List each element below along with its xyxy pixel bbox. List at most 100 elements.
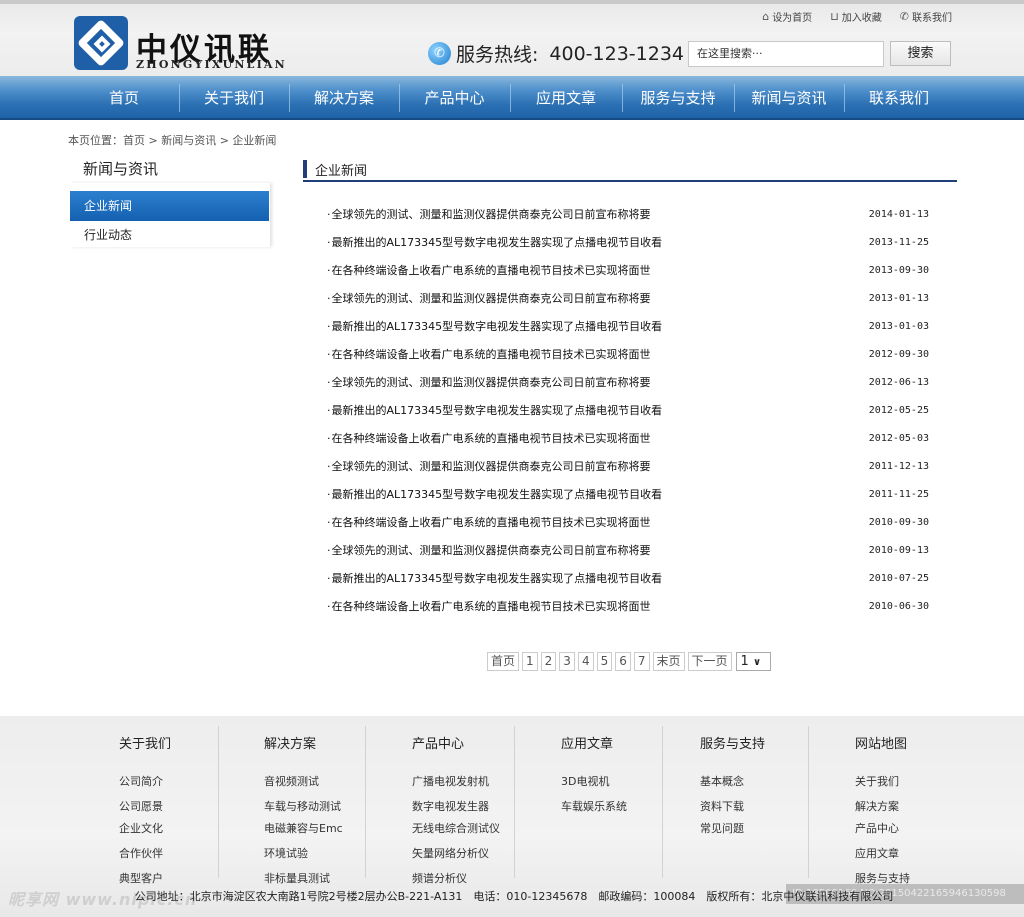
footer-link[interactable]: 资料下载 xyxy=(700,798,744,814)
footer-link[interactable]: 音视频测试 xyxy=(264,773,319,789)
add-favorite-link[interactable]: ⊔ 加入收藏 xyxy=(830,9,882,24)
news-item[interactable]: 在各种终端设备上收看广电系统的直播电视节目技术已实现将面世 2010-09-30 xyxy=(327,508,932,536)
news-item[interactable]: 最新推出的AL173345型号数字电视发生器实现了点播电视节目收看 2013-01… xyxy=(327,312,932,340)
page-button[interactable]: 3 xyxy=(559,652,575,671)
footer-link[interactable]: 车载娱乐系统 xyxy=(561,798,627,814)
news-title-link[interactable]: 最新推出的AL173345型号数字电视发生器实现了点播电视节目收看 xyxy=(327,318,663,334)
footer-column-title[interactable]: 网站地图 xyxy=(855,733,907,752)
news-title-link[interactable]: 最新推出的AL173345型号数字电视发生器实现了点播电视节目收看 xyxy=(327,486,663,502)
news-item[interactable]: 全球领先的测试、测量和监测仪器提供商泰克公司日前宣布称将要 2010-09-13 xyxy=(327,536,932,564)
footer-link[interactable]: 车载与移动测试 xyxy=(264,798,341,814)
news-date: 2013-01-13 xyxy=(868,292,929,304)
news-title-link[interactable]: 全球领先的测试、测量和监测仪器提供商泰克公司日前宣布称将要 xyxy=(327,290,651,306)
news-title-link[interactable]: 在各种终端设备上收看广电系统的直播电视节目技术已实现将面世 xyxy=(327,262,651,278)
news-title-link[interactable]: 全球领先的测试、测量和监测仪器提供商泰克公司日前宣布称将要 xyxy=(327,206,651,222)
nav-item-about[interactable]: 关于我们 xyxy=(179,76,289,118)
nav-item-news[interactable]: 新闻与资讯 xyxy=(734,76,844,118)
section-marker xyxy=(303,160,307,178)
news-title-link[interactable]: 最新推出的AL173345型号数字电视发生器实现了点播电视节目收看 xyxy=(327,570,663,586)
sidebar-item-company-news[interactable]: 企业新闻 xyxy=(70,191,269,221)
footer-link[interactable]: 环境试验 xyxy=(264,845,308,861)
news-item[interactable]: 全球领先的测试、测量和监测仪器提供商泰克公司日前宣布称将要 2012-06-13 xyxy=(327,368,932,396)
top-links: ⌂ 设为首页 ⊔ 加入收藏 ✆ 联系我们 xyxy=(762,9,952,24)
nav-item-home[interactable]: 首页 xyxy=(69,76,179,118)
footer-link[interactable]: 基本概念 xyxy=(700,773,744,789)
footer-link[interactable]: 频谱分析仪 xyxy=(412,870,467,886)
page-button[interactable]: 2 xyxy=(540,652,557,671)
footer-link[interactable]: 企业文化 xyxy=(119,820,163,836)
news-title-link[interactable]: 在各种终端设备上收看广电系统的直播电视节目技术已实现将面世 xyxy=(327,514,651,530)
news-date: 2014-01-13 xyxy=(868,208,929,220)
news-item[interactable]: 最新推出的AL173345型号数字电视发生器实现了点播电视节目收看 2012-05… xyxy=(327,396,932,424)
next-page-button[interactable]: 下一页 xyxy=(687,652,732,671)
news-title-link[interactable]: 最新推出的AL173345型号数字电视发生器实现了点播电视节目收看 xyxy=(327,402,663,418)
footer-link[interactable]: 解决方案 xyxy=(855,798,899,814)
footer-link[interactable]: 电磁兼容与Emc xyxy=(264,820,343,836)
news-item[interactable]: 全球领先的测试、测量和监测仪器提供商泰克公司日前宣布称将要 2014-01-13 xyxy=(327,200,932,228)
news-title-link[interactable]: 全球领先的测试、测量和监测仪器提供商泰克公司日前宣布称将要 xyxy=(327,458,651,474)
page-button[interactable]: 1 xyxy=(522,652,538,671)
page-button[interactable]: 4 xyxy=(577,652,594,671)
footer-link[interactable]: 典型客户 xyxy=(119,870,163,886)
footer-link[interactable]: 关于我们 xyxy=(855,773,899,789)
news-item[interactable]: 全球领先的测试、测量和监测仪器提供商泰克公司日前宣布称将要 2011-12-13 xyxy=(327,452,932,480)
page-select[interactable]: 1 ∨ xyxy=(735,652,771,671)
set-homepage-link[interactable]: ⌂ 设为首页 xyxy=(762,9,812,24)
news-item[interactable]: 在各种终端设备上收看广电系统的直播电视节目技术已实现将面世 2012-05-03 xyxy=(327,424,932,452)
news-item[interactable]: 最新推出的AL173345型号数字电视发生器实现了点播电视节目收看 2011-11… xyxy=(327,480,932,508)
footer-link[interactable]: 合作伙伴 xyxy=(119,845,163,861)
footer-link[interactable]: 常见问题 xyxy=(700,820,744,836)
first-page-button[interactable]: 首页 xyxy=(487,652,520,671)
footer-link[interactable]: 3D电视机 xyxy=(561,773,609,789)
news-item[interactable]: 全球领先的测试、测量和监测仪器提供商泰克公司日前宣布称将要 2013-01-13 xyxy=(327,284,932,312)
chevron-down-icon: ∨ xyxy=(752,657,762,668)
nav-item-service[interactable]: 服务与支持 xyxy=(622,76,734,118)
main-nav: 首页 关于我们 解决方案 产品中心 应用文章 服务与支持 新闻与资讯 联系我们 xyxy=(0,76,1024,120)
footer-link[interactable]: 公司愿景 xyxy=(119,798,163,814)
news-title-link[interactable]: 在各种终端设备上收看广电系统的直播电视节目技术已实现将面世 xyxy=(327,346,651,362)
news-item[interactable]: 在各种终端设备上收看广电系统的直播电视节目技术已实现将面世 2012-09-30 xyxy=(327,340,932,368)
news-title-link[interactable]: 在各种终端设备上收看广电系统的直播电视节目技术已实现将面世 xyxy=(327,598,651,614)
footer-link[interactable]: 非标量具测试 xyxy=(264,870,330,886)
home-icon: ⌂ xyxy=(762,10,770,23)
footer-link[interactable]: 无线电综合测试仪 xyxy=(412,820,500,836)
page-select-value: 1 xyxy=(740,654,749,669)
page-button[interactable]: 5 xyxy=(596,652,613,671)
contact-us-link[interactable]: ✆ 联系我们 xyxy=(900,9,952,24)
footer-link[interactable]: 广播电视发射机 xyxy=(412,773,489,789)
news-title-link[interactable]: 全球领先的测试、测量和监测仪器提供商泰克公司日前宣布称将要 xyxy=(327,374,651,390)
news-item[interactable]: 在各种终端设备上收看广电系统的直播电视节目技术已实现将面世 2013-09-30 xyxy=(327,256,932,284)
footer-column-title[interactable]: 解决方案 xyxy=(264,733,316,752)
news-item[interactable]: 最新推出的AL173345型号数字电视发生器实现了点播电视节目收看 2013-11… xyxy=(327,228,932,256)
news-item[interactable]: 在各种终端设备上收看广电系统的直播电视节目技术已实现将面世 2010-06-30 xyxy=(327,592,932,620)
footer-link[interactable]: 公司简介 xyxy=(119,773,163,789)
footer-link[interactable]: 矢量网络分析仪 xyxy=(412,845,489,861)
footer-column-title[interactable]: 服务与支持 xyxy=(700,733,765,752)
footer-column-title[interactable]: 关于我们 xyxy=(119,733,171,752)
footer-link[interactable]: 产品中心 xyxy=(855,820,899,836)
news-title-link[interactable]: 最新推出的AL173345型号数字电视发生器实现了点播电视节目收看 xyxy=(327,234,663,250)
footer-address: 公司地址：北京市海淀区农大南路1号院2号楼2层办公B-221-A131 电话：0… xyxy=(134,890,894,903)
page-button[interactable]: 7 xyxy=(633,652,650,671)
nav-item-solutions[interactable]: 解决方案 xyxy=(289,76,399,118)
news-date: 2011-11-25 xyxy=(868,488,929,500)
logo[interactable] xyxy=(74,16,128,70)
footer-link[interactable]: 应用文章 xyxy=(855,845,899,861)
footer-link[interactable]: 数字电视发生器 xyxy=(412,798,489,814)
sidebar-item-industry-news[interactable]: 行业动态 xyxy=(70,220,269,250)
nav-item-contact[interactable]: 联系我们 xyxy=(844,76,954,118)
nav-item-articles[interactable]: 应用文章 xyxy=(510,76,622,118)
last-page-button[interactable]: 末页 xyxy=(652,652,685,671)
news-title-link[interactable]: 在各种终端设备上收看广电系统的直播电视节目技术已实现将面世 xyxy=(327,430,651,446)
site-header: 中仪讯联 ZHONGYIXUNLIAN ⌂ 设为首页 ⊔ 加入收藏 ✆ 联系我们 ✆ … xyxy=(0,0,1024,76)
section-title: 企业新闻 xyxy=(315,164,368,179)
page-button[interactable]: 6 xyxy=(615,652,631,671)
search-button[interactable]: 搜索 xyxy=(890,41,951,66)
set-homepage-label: 设为首页 xyxy=(772,13,813,24)
search-input[interactable]: 在这里搜索··· xyxy=(688,41,884,67)
news-item[interactable]: 最新推出的AL173345型号数字电视发生器实现了点播电视节目收看 2010-07… xyxy=(327,564,932,592)
news-title-link[interactable]: 全球领先的测试、测量和监测仪器提供商泰克公司日前宣布称将要 xyxy=(327,542,651,558)
footer-column-title[interactable]: 产品中心 xyxy=(412,733,464,752)
footer-column-title[interactable]: 应用文章 xyxy=(561,733,613,752)
nav-item-products[interactable]: 产品中心 xyxy=(399,76,510,118)
